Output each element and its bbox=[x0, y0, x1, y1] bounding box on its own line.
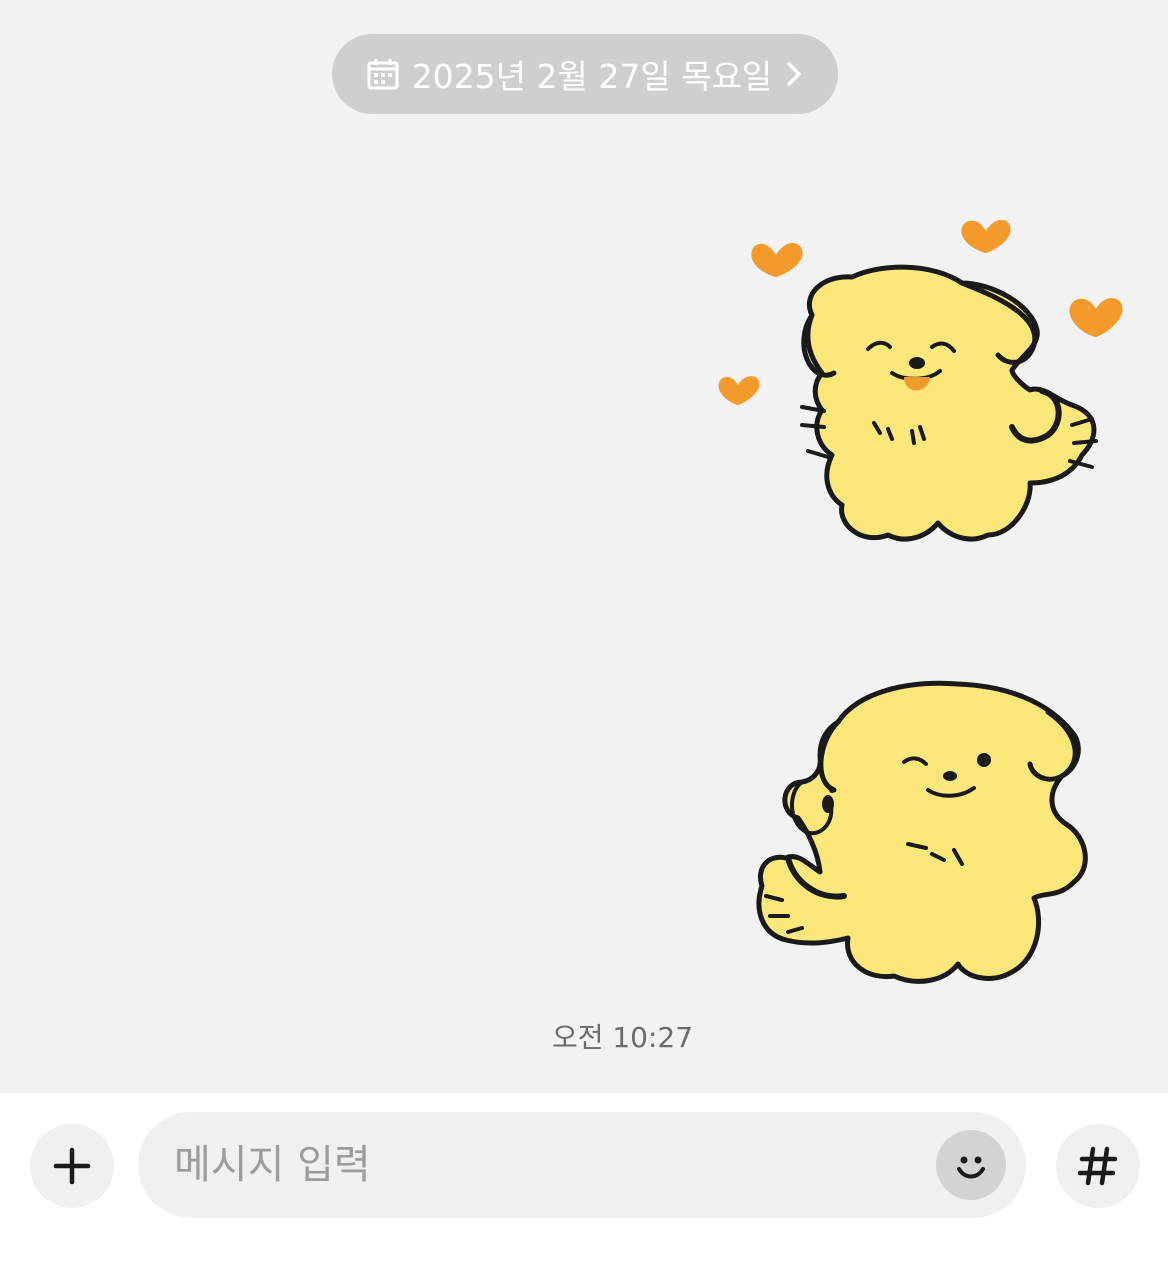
hashtag-button[interactable] bbox=[1056, 1124, 1140, 1208]
emoji-button[interactable] bbox=[936, 1130, 1006, 1200]
emoji-icon bbox=[957, 1156, 985, 1179]
message-input-wrapper bbox=[138, 1112, 1026, 1218]
chat-area: 2025년 2월 27일 목요일 오전 10:27 bbox=[0, 0, 1168, 1093]
date-banner[interactable]: 2025년 2월 27일 목요일 bbox=[332, 34, 838, 114]
puppy-waving-sticker[interactable] bbox=[748, 672, 1098, 994]
plus-button[interactable] bbox=[30, 1124, 114, 1208]
plus-icon bbox=[53, 1147, 91, 1185]
calendar-icon bbox=[367, 59, 399, 90]
puppy-hearts-sticker[interactable] bbox=[712, 205, 1132, 555]
message-timestamp: 오전 10:27 bbox=[551, 1021, 694, 1054]
hash-icon bbox=[1077, 1146, 1118, 1186]
chevron-right-icon bbox=[787, 62, 802, 86]
date-banner-label: 2025년 2월 27일 목요일 bbox=[411, 57, 773, 96]
message-input[interactable] bbox=[174, 1112, 934, 1218]
